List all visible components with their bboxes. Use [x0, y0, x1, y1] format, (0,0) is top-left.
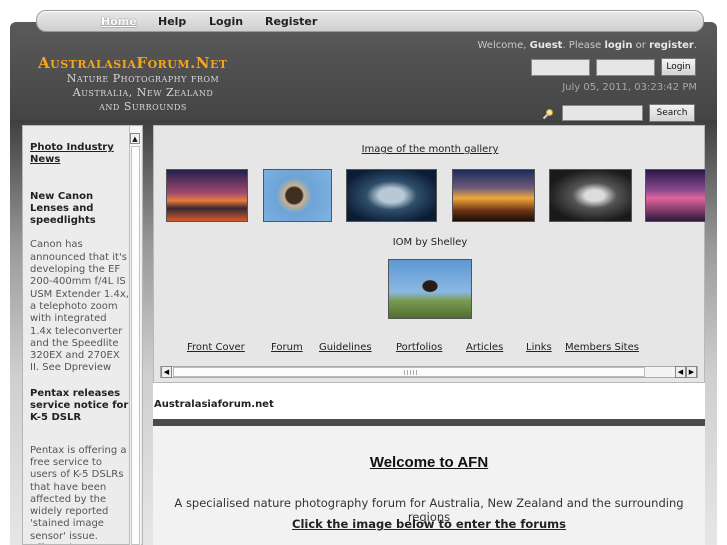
- news-body: Pentax is offering a free service to use…: [30, 444, 127, 544]
- news-title: New Canon Lenses and speedlights: [30, 190, 96, 227]
- gallery-thumbnail[interactable]: [549, 169, 632, 222]
- gallery-thumbnail[interactable]: [452, 169, 535, 222]
- menu-link-portfolios[interactable]: Portfolios: [396, 342, 442, 353]
- menu-link-front-cover[interactable]: Front Cover: [187, 342, 245, 353]
- scroll-right-arrow-icon[interactable]: ▶: [686, 366, 697, 378]
- current-datetime: July 05, 2011, 03:23:42 PM: [562, 82, 697, 93]
- scroll-left-arrow-icon[interactable]: ◀: [161, 366, 172, 378]
- search-input[interactable]: [562, 105, 643, 121]
- iom-caption: IOM by Shelley: [392, 237, 468, 248]
- menu-link-articles[interactable]: Articles: [466, 342, 503, 353]
- menu-link-guidelines[interactable]: Guidelines: [319, 342, 372, 353]
- news-title: Pentax releases service notice for K-5 D…: [30, 387, 129, 424]
- welcome-heading: Welcome to AFN: [369, 454, 489, 471]
- section-divider: [153, 419, 705, 426]
- menu-link-links[interactable]: Links: [526, 342, 552, 353]
- news-body: Canon has announced that it's developing…: [30, 239, 129, 374]
- scroll-grip-icon: [404, 370, 418, 375]
- search-button[interactable]: Search: [649, 104, 695, 122]
- gallery-thumbnail[interactable]: [346, 169, 437, 222]
- menu-link-members-sites[interactable]: Members Sites: [565, 342, 639, 353]
- menu-link-forum[interactable]: Forum: [271, 342, 303, 353]
- horizontal-scroll-thumb[interactable]: [173, 367, 645, 377]
- username-field[interactable]: [531, 59, 590, 76]
- sidebar-scroll-thumb[interactable]: [131, 146, 140, 545]
- welcome-section: Welcome to AFN A specialised nature phot…: [153, 426, 705, 545]
- main-content: Image of the month gallery IOM by Shelle…: [153, 125, 705, 545]
- scroll-left-arrow-icon[interactable]: ◀: [675, 366, 686, 378]
- search-icon: [542, 109, 553, 120]
- gallery-panel: Image of the month gallery IOM by Shelle…: [153, 125, 705, 383]
- enter-forums-link[interactable]: Click the image below to enter the forum…: [153, 517, 705, 531]
- image-of-month-gallery-link[interactable]: Image of the month gallery: [154, 144, 705, 155]
- header-controls: Login July 05, 2011, 03:23:42 PM Search: [10, 22, 717, 142]
- scroll-up-arrow-icon[interactable]: ▲: [130, 133, 140, 144]
- gallery-horizontal-scrollbar[interactable]: ◀ ◀ ▶: [160, 366, 698, 378]
- sidebar-heading[interactable]: Photo Industry News: [30, 142, 130, 167]
- gallery-thumbnail[interactable]: [263, 169, 332, 222]
- password-field[interactable]: [596, 59, 655, 76]
- image-of-month[interactable]: [388, 259, 472, 319]
- page: AustralasiaForum.Net Nature Photography …: [0, 0, 727, 545]
- gallery-thumbnail[interactable]: [645, 169, 705, 222]
- sidebar-content: Photo Industry News New Canon Lenses and…: [30, 142, 130, 544]
- industry-news-sidebar: Photo Industry News New Canon Lenses and…: [22, 125, 143, 545]
- gallery-thumbnail[interactable]: [166, 169, 248, 222]
- login-button[interactable]: Login: [661, 58, 696, 76]
- site-label: Australasiaforum.net: [154, 399, 274, 410]
